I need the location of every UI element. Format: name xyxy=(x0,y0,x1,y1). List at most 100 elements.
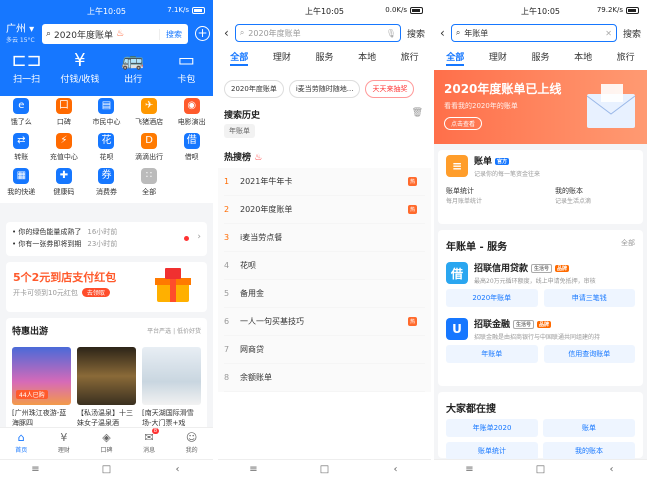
app-transfer[interactable]: ⇄ 转账 xyxy=(0,133,43,162)
category-tabs: 全部 理财 服务 本地 旅行 xyxy=(218,50,431,66)
app-eleme[interactable]: e 饿了么 xyxy=(0,98,43,127)
hot-item[interactable]: 2 2020年度账单 热 xyxy=(224,196,425,224)
bill-stats-link[interactable]: 账单统计 每月账单统计 xyxy=(446,186,482,205)
tab-4[interactable]: 旅行 xyxy=(401,50,419,66)
hot-item[interactable]: 6 一人一句买基技巧 热 xyxy=(224,308,425,336)
notice-card[interactable]: • 你的绿色能量成熟了 16小时前 • 你有一张券即将到期 23小时前 › xyxy=(6,222,207,256)
home-nav-icon[interactable]: □ xyxy=(315,464,335,475)
tab-0[interactable]: 全部 xyxy=(446,50,465,66)
hot-item[interactable]: 4 花呗 xyxy=(224,252,425,280)
tab-1[interactable]: 理财 xyxy=(489,50,507,66)
app-hotel[interactable]: ✈ 飞猪酒店 xyxy=(128,98,171,127)
tab-3[interactable]: 本地 xyxy=(358,50,376,66)
tab-profile[interactable]: ☺ 我的 xyxy=(186,428,198,459)
service-item[interactable]: U 招联金融 生活号 品牌 招联金融是由招商银行与中国联通共同组建的持 年账单 信用查询账单 xyxy=(438,313,643,369)
tab-4[interactable]: 旅行 xyxy=(617,50,635,66)
purchase-count-badge: 44人已购 xyxy=(16,390,48,399)
service-item[interactable]: 借 招联信用贷款 生活号 品牌 最高20万元循环额度，线上申请免抵押，审核 2020年账单… xyxy=(438,257,643,313)
app-koubei[interactable]: 口口碑 xyxy=(43,98,86,127)
search-button[interactable]: 搜索 xyxy=(623,27,641,40)
app-didi[interactable]: D 滴滴出行 xyxy=(128,133,171,162)
home-nav-icon[interactable]: □ xyxy=(531,464,551,475)
tab-message[interactable]: ✉ 消息 8 xyxy=(143,428,160,459)
annual-bill-banner[interactable]: 2020年度账单已上线 看看我的2020年的账单 点击查看 xyxy=(434,70,647,144)
tab-koubei-tab[interactable]: ◈ 口碑 xyxy=(100,428,112,459)
scan-button[interactable]: ⊏⊐ 扫一扫 xyxy=(2,50,52,85)
pay-button[interactable]: ¥ 付钱/收钱 xyxy=(55,50,105,85)
my-ledger-link[interactable]: 我的账本 记录生活点滴 xyxy=(555,186,635,205)
service-action-button[interactable]: 申请三笔钱 xyxy=(543,289,635,307)
search-input[interactable]: 年账单 xyxy=(464,28,488,39)
suggestion-chip[interactable]: 天天来抽奖 xyxy=(365,80,415,98)
back-nav-icon[interactable]: ‹ xyxy=(168,464,188,475)
suggestion-chip[interactable]: i麦当劳随时随地... xyxy=(288,80,361,98)
app-all[interactable]: ∷ 全部 xyxy=(128,168,171,197)
clear-icon[interactable]: ✕ xyxy=(605,29,612,38)
bill-service-card[interactable]: ≡ 账单 官方 记录你的每一笔资金往来 账单统计 每月账单统计 我的账本 记录生活点滴 xyxy=(438,150,643,224)
tab-finance[interactable]: ¥ 理财 xyxy=(58,428,70,459)
service-action-button[interactable]: 年账单 xyxy=(446,345,538,363)
app-health-code[interactable]: ✚ 健康码 xyxy=(43,168,86,197)
popular-search-chip[interactable]: 账单 xyxy=(543,419,635,437)
travel-image xyxy=(142,347,201,405)
notice-2[interactable]: • 你有一张券即将到期 23小时前 xyxy=(12,238,201,250)
hot-item[interactable]: 7 网商贷 xyxy=(224,336,425,364)
official-badge: 官方 xyxy=(495,158,510,165)
banner-view-button[interactable]: 点击查看 xyxy=(444,117,483,130)
hot-item[interactable]: 1 2021年牛年卡 热 xyxy=(224,168,425,196)
promo-go-button[interactable]: 去领取 xyxy=(81,288,110,297)
menu-nav-icon[interactable]: ≡ xyxy=(460,464,480,475)
tab-1[interactable]: 理财 xyxy=(273,50,291,66)
home-nav-icon[interactable]: □ xyxy=(97,464,117,475)
app-coupon[interactable]: 券消费券 xyxy=(85,168,128,197)
search-button[interactable]: 搜索 xyxy=(407,27,425,40)
popular-search-chip[interactable]: 年账单2020 xyxy=(446,419,538,437)
popular-search-chip[interactable]: 我的账本 xyxy=(543,442,635,460)
search-input[interactable]: 2020年度账单 xyxy=(54,28,113,41)
notice-1[interactable]: • 你的绿色能量成熟了 16小时前 xyxy=(12,226,201,238)
travel-item[interactable]: 44人已购 [广州珠江夜游-蓝海豚四 xyxy=(12,347,71,428)
service-action-button[interactable]: 2020年账单 xyxy=(446,289,538,307)
tab-2[interactable]: 服务 xyxy=(315,50,333,66)
popular-search-chip[interactable]: 账单统计 xyxy=(446,442,538,460)
search-bar[interactable]: ⌕ 2020年度账单 ♨ 搜索 xyxy=(42,24,188,44)
search-bar[interactable]: ⌕ 年账单 ✕ xyxy=(450,24,617,42)
trash-icon[interactable]: 🗑 xyxy=(412,108,423,118)
back-nav-icon[interactable]: ‹ xyxy=(386,464,406,475)
menu-nav-icon[interactable]: ≡ xyxy=(244,464,264,475)
back-icon[interactable]: ‹ xyxy=(440,26,445,40)
tab-3[interactable]: 本地 xyxy=(574,50,592,66)
travel-item[interactable]: 【私汤温泉】十三妹女子温泉酒 xyxy=(77,347,136,428)
hot-item[interactable]: 5 备用金 xyxy=(224,280,425,308)
card-button[interactable]: ▭ 卡包 xyxy=(161,50,211,85)
app-express[interactable]: ▦ 我的快递 xyxy=(0,168,43,197)
promo-card[interactable]: 5个2元到店支付红包 开卡可领到10元红包 去领取 xyxy=(6,262,207,312)
search-button[interactable]: 搜索 xyxy=(159,28,188,40)
service-action-button[interactable]: 信用查询账单 xyxy=(543,345,635,363)
app-topup[interactable]: ⚡ 充值中心 xyxy=(43,133,86,162)
tab-home[interactable]: ⌂ 首页 xyxy=(15,428,27,459)
app-citizen[interactable]: ▤ 市民中心 xyxy=(85,98,128,127)
search-input[interactable]: 2020年度账单 xyxy=(248,28,300,39)
suggestion-chip[interactable]: 2020年度账单 xyxy=(224,80,284,98)
app-jiebei[interactable]: 借借呗 xyxy=(170,133,213,162)
popular-searches-card: 大家都在搜 年账单2020 账单 账单统计 我的账本 xyxy=(438,392,643,460)
back-icon[interactable]: ‹ xyxy=(224,26,229,40)
menu-nav-icon[interactable]: ≡ xyxy=(26,464,46,475)
back-nav-icon[interactable]: ‹ xyxy=(602,464,622,475)
search-bar[interactable]: ⌕ 2020年度账单 🎙 xyxy=(234,24,401,42)
city-selector[interactable]: 广州 ▾ 多云 15°C xyxy=(6,24,35,46)
travel-button[interactable]: 🚌 出行 xyxy=(108,50,158,85)
mic-icon[interactable]: 🎙 xyxy=(386,29,396,38)
app-movie[interactable]: ◉ 电影演出 xyxy=(170,98,213,127)
app-huabei[interactable]: 花花呗 xyxy=(85,133,128,162)
bill-icon: ≡ xyxy=(446,155,468,177)
tab-0[interactable]: 全部 xyxy=(230,50,249,66)
hot-item[interactable]: 8 余额账单 xyxy=(224,364,425,392)
hot-item[interactable]: 3 i麦当劳点餐 xyxy=(224,224,425,252)
services-all-link[interactable]: 全部 xyxy=(621,238,635,248)
history-item[interactable]: 年账单 xyxy=(224,124,255,138)
tab-2[interactable]: 服务 xyxy=(531,50,549,66)
add-icon[interactable]: + xyxy=(195,26,210,41)
travel-item[interactable]: [南天湖国际滑雪场-大门票+戏 xyxy=(142,347,201,428)
